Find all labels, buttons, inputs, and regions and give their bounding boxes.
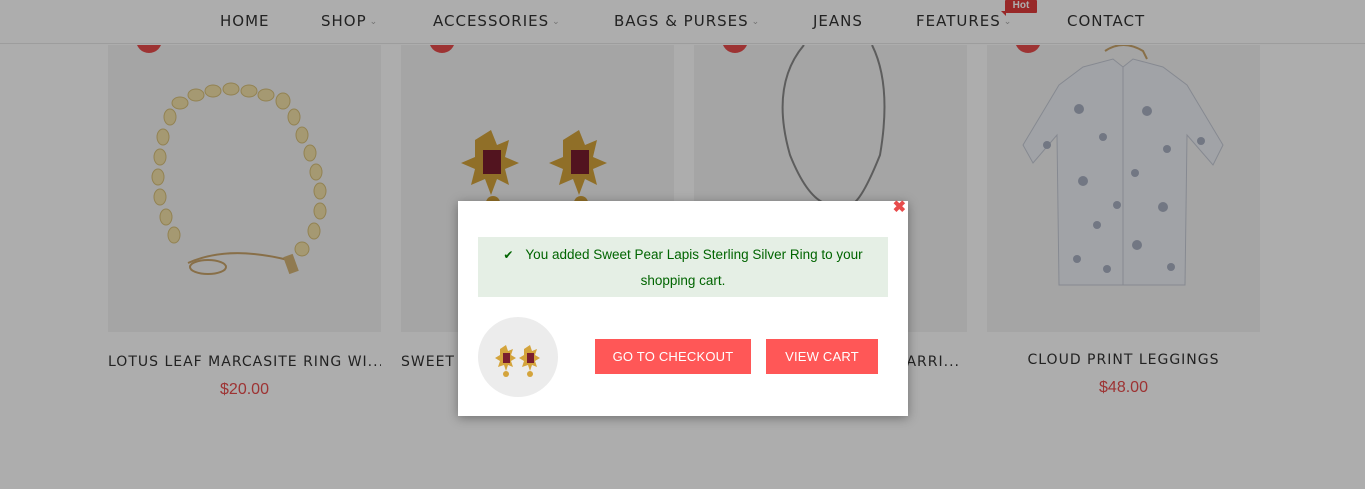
product-thumbnail bbox=[478, 317, 558, 397]
success-message: ✔ You added Sweet Pear Lapis Sterling Sil… bbox=[478, 237, 888, 297]
close-icon[interactable]: ✖ bbox=[893, 200, 906, 216]
earrings-thumbnail-icon bbox=[495, 345, 540, 377]
success-message-text: You added Sweet Pear Lapis Sterling Silv… bbox=[525, 247, 863, 288]
added-to-cart-modal: ✖ ✔ You added Sweet Pear Lapis Sterling S… bbox=[458, 200, 908, 416]
go-to-checkout-button[interactable]: GO TO CHECKOUT bbox=[595, 339, 751, 374]
checkmark-icon: ✔ bbox=[503, 248, 514, 262]
view-cart-button[interactable]: VIEW CART bbox=[766, 339, 878, 374]
